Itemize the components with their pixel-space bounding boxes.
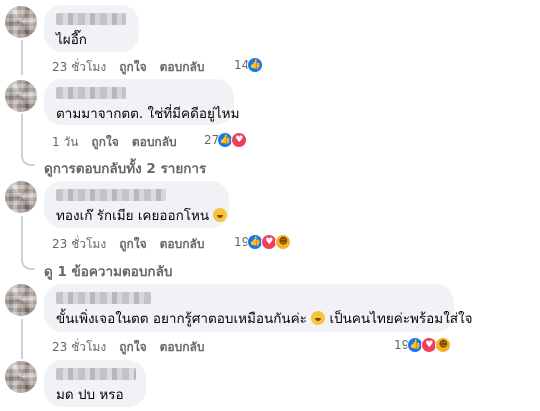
comment-bubble: ไผอี๊ก — [44, 5, 139, 52]
like-button[interactable]: ถูกใจ — [91, 133, 118, 152]
comment-text: ตามมาจากตต. ใช่ที่มีคดีอยู่ไหม — [56, 106, 240, 122]
comment-bubble: ตามมาจากตต. ใช่ที่มีคดีอยู่ไหม — [44, 79, 240, 125]
comment-text: ทองเก๊ รักเมีย เคยออกโหน — [56, 207, 228, 225]
reaction-summary[interactable]: 19 👍 ♥ ☻ — [234, 234, 292, 250]
comment-time[interactable]: 23 ชั่วโมง — [52, 235, 106, 254]
face-emoji-icon — [311, 311, 326, 325]
reply-button[interactable]: ตอบกลับ — [160, 338, 205, 357]
comment-time[interactable]: 23 ชั่วโมง — [52, 338, 106, 357]
thread-line — [21, 216, 23, 258]
reaction-summary[interactable]: 19 👍 ♥ ☻ — [394, 337, 452, 353]
author-name[interactable] — [56, 87, 126, 99]
comment-actions: 23 ชั่วโมง ถูกใจ ตอบกลับ — [52, 235, 204, 254]
view-replies-label: ดู 1 ข้อความตอบกลับ — [44, 264, 173, 280]
comment-bubble: ทองเก๊ รักเมีย เคยออกโหน — [44, 181, 229, 228]
face-emoji-icon — [213, 208, 228, 222]
view-replies-link[interactable]: ดูการตอบกลับทั้ง 2 รายการ — [44, 157, 206, 179]
avatar[interactable] — [5, 80, 37, 112]
love-reaction-icon: ♥ — [231, 132, 248, 148]
comment-actions: 23 ชั่วโมง ถูกใจ ตอบกลับ — [52, 338, 204, 357]
comment-text-content: ทองเก๊ รักเมีย เคยออกโหน — [56, 208, 210, 224]
reply-button[interactable]: ตอบกลับ — [132, 133, 177, 152]
comment-actions: 1 วัน ถูกใจ ตอบกลับ — [52, 133, 177, 152]
reaction-summary[interactable]: 27 👍 ♥ — [204, 132, 248, 148]
comment-text: ไผอี๊ก — [56, 32, 87, 48]
avatar[interactable] — [5, 361, 37, 393]
like-button[interactable]: ถูกใจ — [119, 338, 146, 357]
care-reaction-icon: ☻ — [275, 234, 292, 250]
comment-bubble: มด ปบ หรอ — [44, 360, 146, 407]
avatar[interactable] — [5, 6, 37, 38]
view-replies-link[interactable]: ดู 1 ข้อความตอบกลับ — [44, 260, 172, 282]
avatar[interactable] — [5, 284, 37, 316]
thread-curve — [21, 154, 35, 166]
thread-curve — [21, 258, 35, 270]
view-replies-label: ดูการตอบกลับทั้ง 2 รายการ — [44, 161, 207, 177]
like-button[interactable]: ถูกใจ — [119, 235, 146, 254]
care-reaction-icon: ☻ — [435, 337, 452, 353]
comment-bubble: ขั้นเพิ่งเจอในตต อยากรู้ศาตอบเหมือนกันค่… — [44, 284, 473, 332]
comment-text: ขั้นเพิ่งเจอในตต อยากรู้ศาตอบเหมือนกันค่… — [56, 310, 473, 328]
thread-line — [21, 114, 23, 156]
thread-line — [21, 319, 23, 359]
like-reaction-icon: 👍 — [247, 57, 264, 73]
comment-time[interactable]: 1 วัน — [52, 133, 78, 152]
author-name[interactable] — [56, 368, 136, 380]
author-name[interactable] — [56, 292, 151, 304]
like-button[interactable]: ถูกใจ — [119, 58, 146, 77]
comment-actions: 23 ชั่วโมง ถูกใจ ตอบกลับ — [52, 58, 204, 77]
comment-text-part2: เป็นคนไทยค่ะพร้อมใส่ใจ — [329, 311, 473, 327]
comment-text: มด ปบ หรอ — [56, 387, 124, 403]
reply-button[interactable]: ตอบกลับ — [160, 235, 205, 254]
author-name[interactable] — [56, 189, 166, 201]
avatar[interactable] — [5, 181, 37, 213]
thread-line — [21, 40, 23, 75]
comment-text-part1: ขั้นเพิ่งเจอในตต อยากรู้ศาตอบเหมือนกันค่… — [56, 311, 307, 327]
author-name[interactable] — [56, 13, 126, 25]
reaction-summary[interactable]: 14 👍 — [234, 57, 264, 73]
reply-button[interactable]: ตอบกลับ — [160, 58, 205, 77]
comment-time[interactable]: 23 ชั่วโมง — [52, 58, 106, 77]
